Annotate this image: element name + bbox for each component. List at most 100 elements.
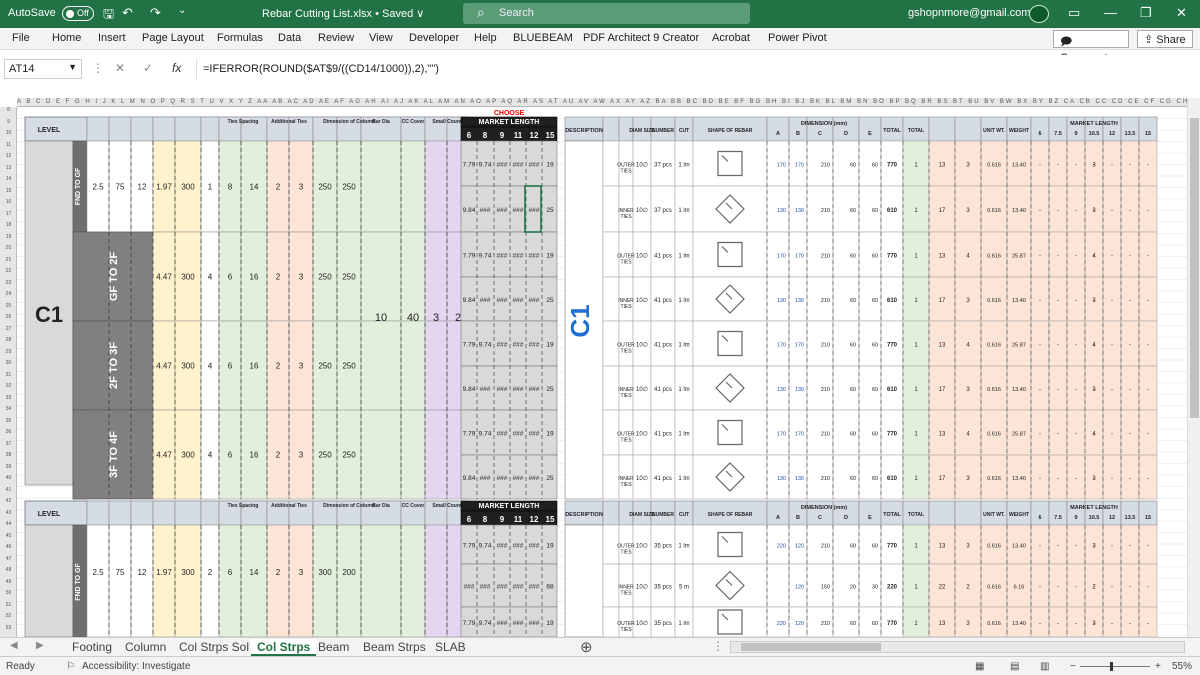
data-cell[interactable] xyxy=(360,409,402,500)
row-number[interactable]: 9 xyxy=(0,119,17,125)
search-box[interactable]: ⌕ Search xyxy=(463,3,750,24)
row-number[interactable]: 22 xyxy=(0,268,17,274)
row-number[interactable]: 44 xyxy=(0,521,17,527)
tie-cell[interactable] xyxy=(602,185,620,233)
tab-formulas[interactable]: Formulas xyxy=(217,32,263,44)
row-number[interactable]: 24 xyxy=(0,291,17,297)
page-break-view-icon[interactable]: ▥ xyxy=(1040,661,1049,672)
data-cell[interactable] xyxy=(424,409,448,500)
tie-cell[interactable] xyxy=(602,454,620,500)
row-number[interactable]: 12 xyxy=(0,153,17,159)
undo-icon[interactable]: ↶ xyxy=(122,5,133,21)
row-number[interactable]: 40 xyxy=(0,475,17,481)
row-number[interactable]: 39 xyxy=(0,464,17,470)
chevron-down-icon[interactable]: ▼ xyxy=(68,62,77,72)
row-number[interactable]: 41 xyxy=(0,487,17,493)
sheet-tab-col-strps-sol[interactable]: Col Strps Sol xyxy=(173,639,255,656)
tie-cell[interactable] xyxy=(692,454,768,500)
formula-input[interactable]: =IFERROR(ROUND($AT$9/((CD14/1000)),2),""… xyxy=(196,59,1190,79)
cancel-icon[interactable]: ✕ xyxy=(115,61,125,75)
insert-function-icon[interactable]: fx xyxy=(172,61,181,75)
more-options-icon[interactable]: ⋮ xyxy=(712,639,724,653)
name-box[interactable]: AT14 ▼ xyxy=(4,59,82,79)
market-row[interactable] xyxy=(460,231,558,278)
row-number[interactable]: 13 xyxy=(0,165,17,171)
tab-view[interactable]: View xyxy=(369,32,393,44)
data-cell[interactable] xyxy=(174,524,202,637)
tab-page-layout[interactable]: Page Layout xyxy=(142,32,204,44)
row-number[interactable]: 43 xyxy=(0,510,17,516)
row-number[interactable]: 14 xyxy=(0,176,17,182)
data-cell[interactable] xyxy=(400,320,426,411)
header-cell[interactable] xyxy=(130,500,154,526)
tab-bluebeam[interactable]: BLUEBEAM xyxy=(513,32,573,44)
data-cell[interactable] xyxy=(400,409,426,500)
market-row[interactable] xyxy=(460,365,558,411)
tie-cell[interactable] xyxy=(692,524,768,565)
right-header-cell[interactable] xyxy=(1048,116,1068,142)
row-number[interactable]: 18 xyxy=(0,222,17,228)
sheet-tab-column[interactable]: Column xyxy=(119,639,172,656)
save-icon[interactable]: 🖫 xyxy=(103,5,114,27)
page-layout-view-icon[interactable]: ▤ xyxy=(1010,661,1019,672)
header-cell[interactable] xyxy=(108,116,132,142)
header-cell[interactable] xyxy=(86,116,110,142)
row-number[interactable]: 21 xyxy=(0,257,17,263)
row-number[interactable]: 11 xyxy=(0,142,17,148)
data-cell[interactable] xyxy=(266,524,290,637)
market-row[interactable] xyxy=(460,563,558,608)
right-header-cell[interactable] xyxy=(954,116,982,142)
accessibility-status[interactable]: Accessibility: Investigate xyxy=(82,661,190,672)
right-header-cell[interactable] xyxy=(602,116,620,142)
data-cell[interactable] xyxy=(86,524,110,637)
row-number[interactable]: 15 xyxy=(0,188,17,194)
header-cell[interactable] xyxy=(200,500,220,526)
zoom-slider[interactable] xyxy=(1080,662,1150,671)
row-number[interactable]: 28 xyxy=(0,337,17,343)
restore-button[interactable]: ❐ xyxy=(1140,5,1152,21)
data-cell[interactable] xyxy=(336,524,362,637)
row-number[interactable]: 30 xyxy=(0,360,17,366)
vertical-scrollbar[interactable] xyxy=(1187,98,1200,637)
comments-button[interactable]: 🗩 Comments xyxy=(1053,30,1129,64)
horizontal-scrollbar[interactable] xyxy=(730,641,1185,653)
data-cell[interactable] xyxy=(288,524,314,637)
data-cell[interactable] xyxy=(400,140,426,233)
market-row[interactable] xyxy=(460,454,558,500)
header-cell[interactable] xyxy=(152,116,176,142)
header-cell[interactable] xyxy=(174,116,202,142)
right-header-cell[interactable] xyxy=(1138,116,1158,142)
tab-review[interactable]: Review xyxy=(318,32,354,44)
row-number[interactable]: 29 xyxy=(0,349,17,355)
column-headers[interactable]: A B C D E F G H I J K L M N O P Q R S T … xyxy=(17,98,1187,107)
description-cell[interactable] xyxy=(564,524,604,637)
more-icon[interactable]: ⋮ xyxy=(92,61,104,75)
right-header-cell[interactable] xyxy=(1120,116,1140,142)
zoom-level[interactable]: 55% xyxy=(1172,661,1192,672)
row-number[interactable]: 32 xyxy=(0,383,17,389)
prev-sheet-icon[interactable]: ◀ xyxy=(10,640,18,651)
market-length-values[interactable] xyxy=(460,126,558,142)
market-row[interactable] xyxy=(460,320,558,367)
right-header-cell[interactable] xyxy=(1048,500,1068,526)
tab-file[interactable]: File xyxy=(12,32,30,44)
minimize-button[interactable]: — xyxy=(1104,5,1117,20)
data-cell[interactable] xyxy=(130,524,154,637)
tab-acrobat[interactable]: Acrobat xyxy=(712,32,750,44)
row-number[interactable]: 27 xyxy=(0,326,17,332)
row-headers[interactable]: 8 9 10 11 12 13 14 15 16 17 18 19 20 21 22 23 24 25 26 27 28… xyxy=(0,107,17,637)
tab-pdf-architect[interactable]: PDF Architect 9 Creator xyxy=(583,32,699,44)
redo-icon[interactable]: ↷ xyxy=(150,5,161,21)
tie-cell[interactable] xyxy=(602,276,620,322)
header-cell[interactable] xyxy=(108,500,132,526)
zoom-in-icon[interactable]: + xyxy=(1155,661,1161,672)
row-number[interactable]: 36 xyxy=(0,429,17,435)
add-sheet-icon[interactable]: ⊕ xyxy=(580,638,593,656)
row-number[interactable]: 8 xyxy=(0,107,17,113)
header-cell[interactable] xyxy=(200,116,220,142)
autosave-toggle[interactable]: Off xyxy=(62,6,94,21)
data-cell[interactable] xyxy=(400,524,426,637)
customize-quick-access-icon[interactable]: ⌄ xyxy=(178,5,186,16)
right-header-cell[interactable] xyxy=(1138,500,1158,526)
sheet-tab-beam[interactable]: Beam xyxy=(312,639,355,656)
